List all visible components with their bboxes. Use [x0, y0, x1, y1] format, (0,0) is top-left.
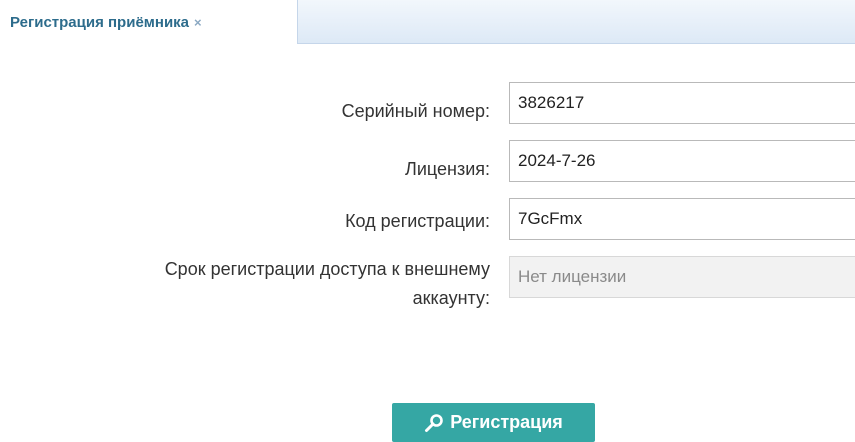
- registration-code-label: Код регистрации:: [345, 211, 490, 231]
- tab-close-icon[interactable]: ×: [194, 15, 202, 30]
- serial-number-label: Серийный номер:: [341, 101, 490, 121]
- register-button[interactable]: Регистрация: [392, 403, 595, 442]
- license-label: Лицензия:: [405, 159, 490, 179]
- external-access-label: Срок регистрации доступа к внешнему акка…: [40, 255, 490, 313]
- register-button-label: Регистрация: [450, 412, 563, 432]
- external-access-label-line2: аккаунту:: [412, 288, 490, 308]
- key-icon: [425, 413, 443, 432]
- tab-title: Регистрация приёмника: [10, 13, 190, 31]
- registration-code-input[interactable]: [509, 198, 855, 240]
- license-input[interactable]: [509, 140, 855, 182]
- tab-bar: Регистрация приёмника ×: [0, 0, 855, 44]
- serial-number-input[interactable]: [509, 82, 855, 124]
- external-access-label-line1: Срок регистрации доступа к внешнему: [164, 259, 490, 279]
- tab-receiver-registration[interactable]: Регистрация приёмника ×: [0, 0, 298, 44]
- external-access-input: [509, 256, 855, 298]
